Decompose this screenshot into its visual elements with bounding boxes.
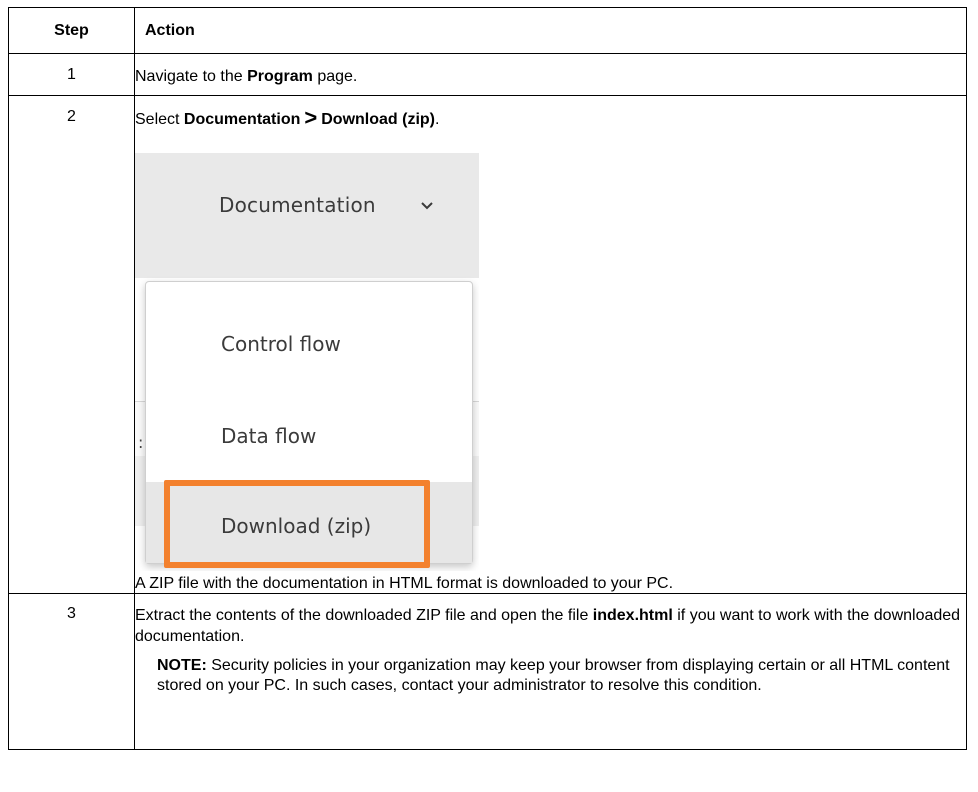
table-row: 3 Extract the contents of the downloaded… xyxy=(8,593,967,750)
documentation-menu-screenshot: Documentation 4 : Control flow Data flow… xyxy=(135,153,479,571)
step-column-header: Step xyxy=(8,7,135,54)
background-text-fragment: : xyxy=(138,433,144,452)
note: NOTE: Security policies in your organiza… xyxy=(157,657,950,694)
step-number: 3 xyxy=(8,593,135,750)
step-action: Navigate to the Program page. xyxy=(134,53,967,96)
documentation-menu-button[interactable]: Documentation xyxy=(219,193,376,217)
table-header-row: Step Action xyxy=(8,7,967,54)
step-number: 1 xyxy=(8,53,135,96)
table-row: 2 Select Documentation > Download (zip). D… xyxy=(8,95,967,594)
step-number: 2 xyxy=(8,95,135,594)
step-action: Select Documentation > Download (zip). Doc… xyxy=(134,95,967,594)
table-row: 1 Navigate to the Program page. xyxy=(8,53,967,96)
procedure-table: Step Action 1 Navigate to the Program pa… xyxy=(8,7,967,750)
action-column-header: Action xyxy=(134,7,967,54)
highlight-frame xyxy=(164,480,430,568)
menu-item-data-flow[interactable]: Data flow xyxy=(221,424,316,448)
menu-item-control-flow[interactable]: Control flow xyxy=(221,332,341,356)
step-action: Extract the contents of the downloaded Z… xyxy=(134,593,967,750)
toolbar-area: Documentation xyxy=(135,153,479,278)
chevron-down-icon[interactable] xyxy=(420,200,434,212)
step-result-text: A ZIP file with the documentation in HTM… xyxy=(135,575,674,592)
